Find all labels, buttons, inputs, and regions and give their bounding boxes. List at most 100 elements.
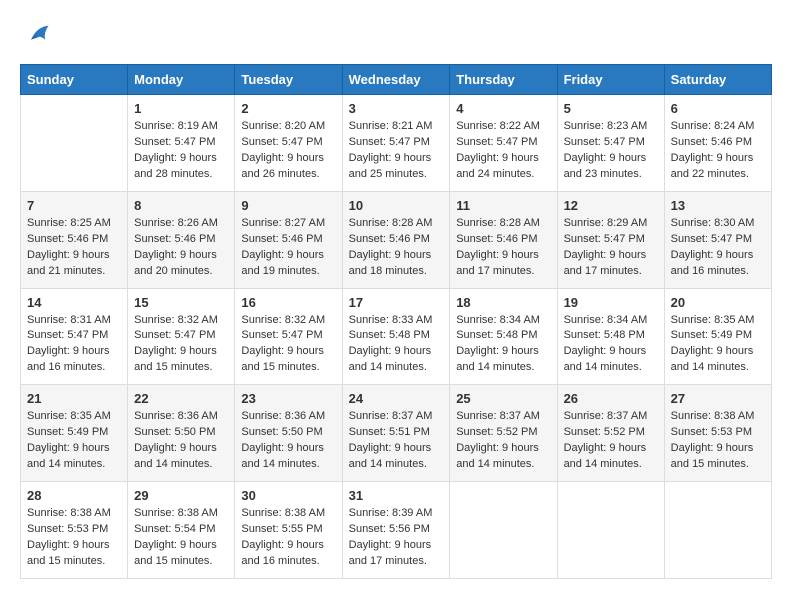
calendar-day-cell: 31 Sunrise: 8:39 AMSunset: 5:56 PMDaylig… bbox=[342, 482, 450, 579]
day-number: 12 bbox=[564, 198, 658, 213]
day-number: 19 bbox=[564, 295, 658, 310]
day-info: Sunrise: 8:29 AMSunset: 5:47 PMDaylight:… bbox=[564, 216, 658, 280]
calendar-day-cell: 27 Sunrise: 8:38 AMSunset: 5:53 PMDaylig… bbox=[664, 385, 771, 482]
calendar-table: SundayMondayTuesdayWednesdayThursdayFrid… bbox=[20, 64, 772, 579]
calendar-day-cell: 28 Sunrise: 8:38 AMSunset: 5:53 PMDaylig… bbox=[21, 482, 128, 579]
calendar-week-row: 21 Sunrise: 8:35 AMSunset: 5:49 PMDaylig… bbox=[21, 385, 772, 482]
calendar-day-cell: 25 Sunrise: 8:37 AMSunset: 5:52 PMDaylig… bbox=[450, 385, 557, 482]
day-info: Sunrise: 8:22 AMSunset: 5:47 PMDaylight:… bbox=[456, 119, 550, 183]
day-number: 29 bbox=[134, 488, 228, 503]
day-number: 9 bbox=[241, 198, 335, 213]
calendar-day-cell: 2 Sunrise: 8:20 AMSunset: 5:47 PMDayligh… bbox=[235, 95, 342, 192]
day-number: 5 bbox=[564, 101, 658, 116]
calendar-day-cell: 14 Sunrise: 8:31 AMSunset: 5:47 PMDaylig… bbox=[21, 288, 128, 385]
calendar-week-row: 28 Sunrise: 8:38 AMSunset: 5:53 PMDaylig… bbox=[21, 482, 772, 579]
day-info: Sunrise: 8:38 AMSunset: 5:53 PMDaylight:… bbox=[27, 506, 121, 570]
day-info: Sunrise: 8:33 AMSunset: 5:48 PMDaylight:… bbox=[349, 313, 444, 377]
calendar-week-row: 7 Sunrise: 8:25 AMSunset: 5:46 PMDayligh… bbox=[21, 191, 772, 288]
calendar-day-cell: 21 Sunrise: 8:35 AMSunset: 5:49 PMDaylig… bbox=[21, 385, 128, 482]
day-info: Sunrise: 8:31 AMSunset: 5:47 PMDaylight:… bbox=[27, 313, 121, 377]
day-number: 25 bbox=[456, 391, 550, 406]
day-info: Sunrise: 8:37 AMSunset: 5:52 PMDaylight:… bbox=[564, 409, 658, 473]
day-info: Sunrise: 8:21 AMSunset: 5:47 PMDaylight:… bbox=[349, 119, 444, 183]
logo bbox=[20, 20, 52, 48]
day-info: Sunrise: 8:38 AMSunset: 5:53 PMDaylight:… bbox=[671, 409, 765, 473]
weekday-header: Sunday bbox=[21, 65, 128, 95]
calendar-day-cell: 11 Sunrise: 8:28 AMSunset: 5:46 PMDaylig… bbox=[450, 191, 557, 288]
weekday-header: Wednesday bbox=[342, 65, 450, 95]
calendar-day-cell: 4 Sunrise: 8:22 AMSunset: 5:47 PMDayligh… bbox=[450, 95, 557, 192]
day-number: 16 bbox=[241, 295, 335, 310]
day-info: Sunrise: 8:36 AMSunset: 5:50 PMDaylight:… bbox=[134, 409, 228, 473]
day-info: Sunrise: 8:32 AMSunset: 5:47 PMDaylight:… bbox=[134, 313, 228, 377]
day-number: 4 bbox=[456, 101, 550, 116]
day-info: Sunrise: 8:24 AMSunset: 5:46 PMDaylight:… bbox=[671, 119, 765, 183]
calendar-day-cell: 18 Sunrise: 8:34 AMSunset: 5:48 PMDaylig… bbox=[450, 288, 557, 385]
calendar-day-cell: 19 Sunrise: 8:34 AMSunset: 5:48 PMDaylig… bbox=[557, 288, 664, 385]
calendar-day-cell bbox=[557, 482, 664, 579]
day-number: 15 bbox=[134, 295, 228, 310]
day-number: 3 bbox=[349, 101, 444, 116]
calendar-day-cell: 20 Sunrise: 8:35 AMSunset: 5:49 PMDaylig… bbox=[664, 288, 771, 385]
day-info: Sunrise: 8:20 AMSunset: 5:47 PMDaylight:… bbox=[241, 119, 335, 183]
calendar-week-row: 1 Sunrise: 8:19 AMSunset: 5:47 PMDayligh… bbox=[21, 95, 772, 192]
calendar-day-cell: 24 Sunrise: 8:37 AMSunset: 5:51 PMDaylig… bbox=[342, 385, 450, 482]
logo-bird-icon bbox=[24, 20, 52, 48]
day-info: Sunrise: 8:35 AMSunset: 5:49 PMDaylight:… bbox=[671, 313, 765, 377]
day-number: 2 bbox=[241, 101, 335, 116]
day-info: Sunrise: 8:23 AMSunset: 5:47 PMDaylight:… bbox=[564, 119, 658, 183]
day-number: 21 bbox=[27, 391, 121, 406]
calendar-day-cell: 12 Sunrise: 8:29 AMSunset: 5:47 PMDaylig… bbox=[557, 191, 664, 288]
day-number: 26 bbox=[564, 391, 658, 406]
calendar-day-cell bbox=[21, 95, 128, 192]
calendar-day-cell: 29 Sunrise: 8:38 AMSunset: 5:54 PMDaylig… bbox=[128, 482, 235, 579]
day-number: 20 bbox=[671, 295, 765, 310]
day-number: 14 bbox=[27, 295, 121, 310]
calendar-day-cell: 15 Sunrise: 8:32 AMSunset: 5:47 PMDaylig… bbox=[128, 288, 235, 385]
day-number: 7 bbox=[27, 198, 121, 213]
day-info: Sunrise: 8:39 AMSunset: 5:56 PMDaylight:… bbox=[349, 506, 444, 570]
day-info: Sunrise: 8:36 AMSunset: 5:50 PMDaylight:… bbox=[241, 409, 335, 473]
calendar-day-cell: 16 Sunrise: 8:32 AMSunset: 5:47 PMDaylig… bbox=[235, 288, 342, 385]
day-number: 13 bbox=[671, 198, 765, 213]
day-info: Sunrise: 8:19 AMSunset: 5:47 PMDaylight:… bbox=[134, 119, 228, 183]
day-number: 8 bbox=[134, 198, 228, 213]
calendar-day-cell: 3 Sunrise: 8:21 AMSunset: 5:47 PMDayligh… bbox=[342, 95, 450, 192]
day-info: Sunrise: 8:34 AMSunset: 5:48 PMDaylight:… bbox=[564, 313, 658, 377]
calendar-day-cell: 1 Sunrise: 8:19 AMSunset: 5:47 PMDayligh… bbox=[128, 95, 235, 192]
day-number: 24 bbox=[349, 391, 444, 406]
calendar-day-cell: 30 Sunrise: 8:38 AMSunset: 5:55 PMDaylig… bbox=[235, 482, 342, 579]
day-info: Sunrise: 8:38 AMSunset: 5:55 PMDaylight:… bbox=[241, 506, 335, 570]
day-number: 10 bbox=[349, 198, 444, 213]
day-number: 18 bbox=[456, 295, 550, 310]
calendar-week-row: 14 Sunrise: 8:31 AMSunset: 5:47 PMDaylig… bbox=[21, 288, 772, 385]
calendar-day-cell: 10 Sunrise: 8:28 AMSunset: 5:46 PMDaylig… bbox=[342, 191, 450, 288]
day-info: Sunrise: 8:28 AMSunset: 5:46 PMDaylight:… bbox=[349, 216, 444, 280]
calendar-day-cell: 6 Sunrise: 8:24 AMSunset: 5:46 PMDayligh… bbox=[664, 95, 771, 192]
day-info: Sunrise: 8:34 AMSunset: 5:48 PMDaylight:… bbox=[456, 313, 550, 377]
day-info: Sunrise: 8:25 AMSunset: 5:46 PMDaylight:… bbox=[27, 216, 121, 280]
day-number: 11 bbox=[456, 198, 550, 213]
calendar-day-cell: 8 Sunrise: 8:26 AMSunset: 5:46 PMDayligh… bbox=[128, 191, 235, 288]
calendar-header-row: SundayMondayTuesdayWednesdayThursdayFrid… bbox=[21, 65, 772, 95]
calendar-day-cell: 13 Sunrise: 8:30 AMSunset: 5:47 PMDaylig… bbox=[664, 191, 771, 288]
calendar-day-cell: 9 Sunrise: 8:27 AMSunset: 5:46 PMDayligh… bbox=[235, 191, 342, 288]
calendar-day-cell: 26 Sunrise: 8:37 AMSunset: 5:52 PMDaylig… bbox=[557, 385, 664, 482]
day-number: 23 bbox=[241, 391, 335, 406]
day-info: Sunrise: 8:26 AMSunset: 5:46 PMDaylight:… bbox=[134, 216, 228, 280]
day-info: Sunrise: 8:37 AMSunset: 5:52 PMDaylight:… bbox=[456, 409, 550, 473]
day-number: 27 bbox=[671, 391, 765, 406]
day-info: Sunrise: 8:37 AMSunset: 5:51 PMDaylight:… bbox=[349, 409, 444, 473]
day-info: Sunrise: 8:32 AMSunset: 5:47 PMDaylight:… bbox=[241, 313, 335, 377]
day-info: Sunrise: 8:30 AMSunset: 5:47 PMDaylight:… bbox=[671, 216, 765, 280]
weekday-header: Saturday bbox=[664, 65, 771, 95]
calendar-day-cell: 5 Sunrise: 8:23 AMSunset: 5:47 PMDayligh… bbox=[557, 95, 664, 192]
calendar-day-cell: 22 Sunrise: 8:36 AMSunset: 5:50 PMDaylig… bbox=[128, 385, 235, 482]
day-number: 17 bbox=[349, 295, 444, 310]
calendar-day-cell bbox=[450, 482, 557, 579]
calendar-day-cell: 7 Sunrise: 8:25 AMSunset: 5:46 PMDayligh… bbox=[21, 191, 128, 288]
day-number: 6 bbox=[671, 101, 765, 116]
weekday-header: Thursday bbox=[450, 65, 557, 95]
day-number: 30 bbox=[241, 488, 335, 503]
day-info: Sunrise: 8:38 AMSunset: 5:54 PMDaylight:… bbox=[134, 506, 228, 570]
